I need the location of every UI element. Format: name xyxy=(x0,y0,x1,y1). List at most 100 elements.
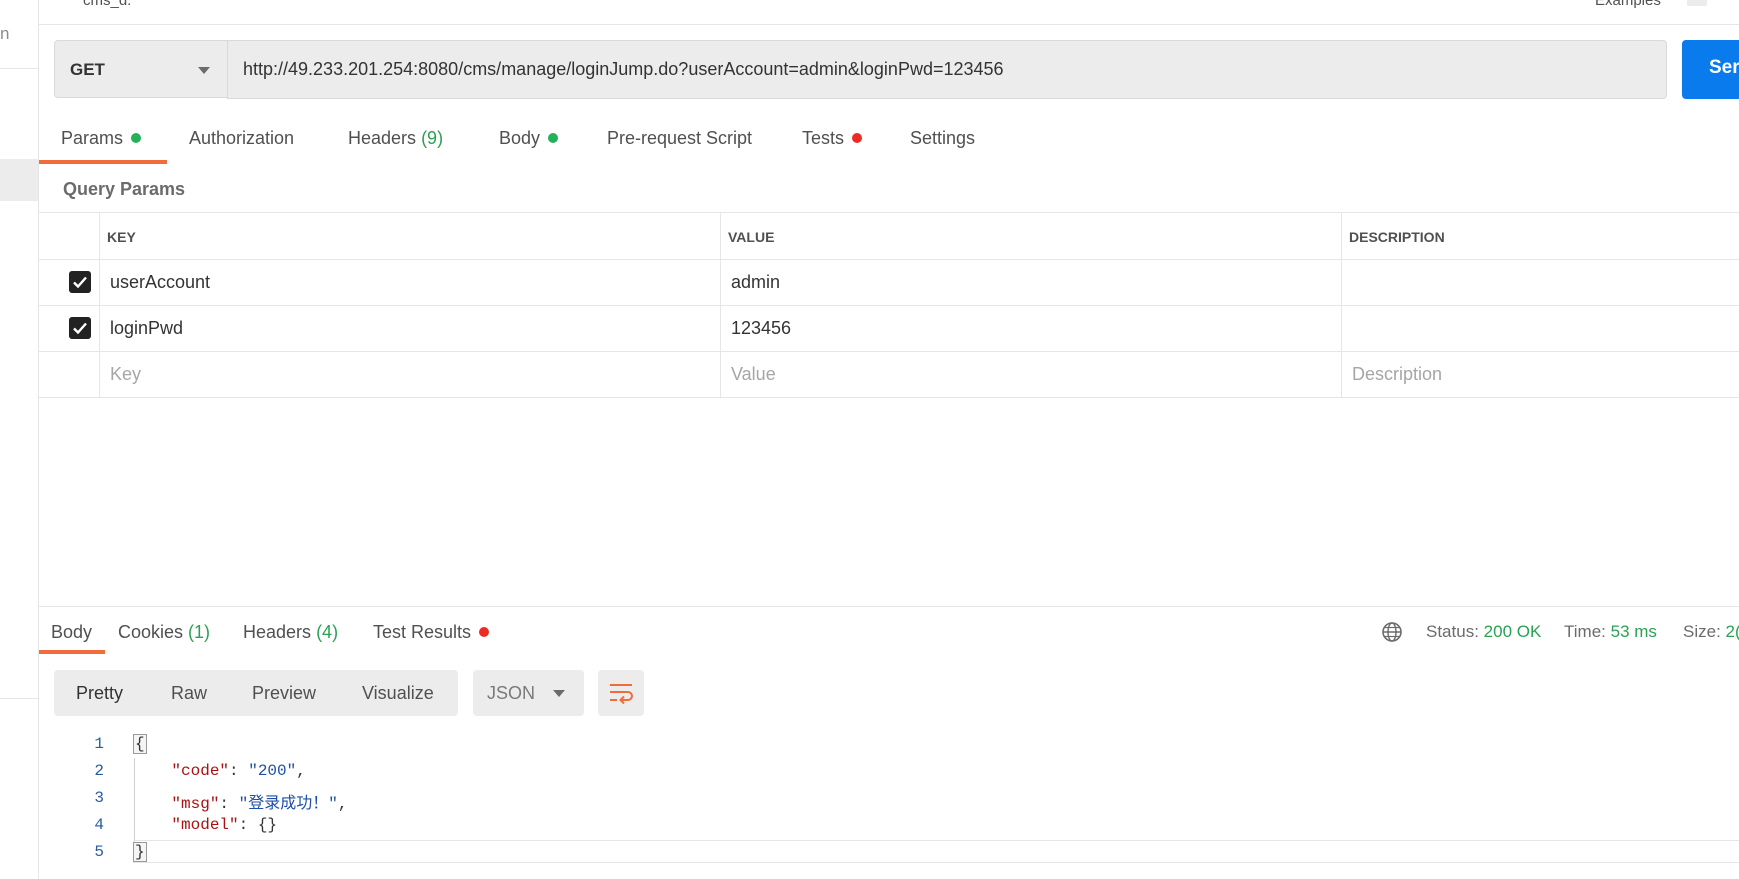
json-value: "200" xyxy=(248,762,297,780)
sidebar-text: n xyxy=(0,24,10,43)
tab-authorization[interactable]: Authorization xyxy=(189,128,294,149)
table-row: loginPwd 123456 xyxy=(39,305,1739,352)
sidebar-divider xyxy=(0,698,38,699)
view-visualize-button[interactable]: Visualize xyxy=(362,683,434,704)
examples-count-badge[interactable] xyxy=(1687,0,1707,6)
code-line[interactable]: } xyxy=(133,842,147,862)
url-input[interactable]: http://49.233.201.254:8080/cms/manage/lo… xyxy=(227,40,1667,99)
tab-tests[interactable]: Tests xyxy=(802,128,863,149)
tab-prerequest-label: Pre-request Script xyxy=(607,128,753,148)
chevron-down-icon xyxy=(198,67,210,74)
table-header-description: DESCRIPTION xyxy=(1341,213,1739,259)
tab-tests-label: Tests xyxy=(802,128,845,148)
view-preview-button[interactable]: Preview xyxy=(252,683,316,704)
time-value[interactable]: 53 ms xyxy=(1611,622,1657,641)
row-checkbox[interactable] xyxy=(69,317,91,339)
send-label: Ser xyxy=(1709,57,1739,78)
param-value-cell[interactable]: 123456 xyxy=(720,305,1341,351)
view-mode-group: Pretty Raw Preview Visualize xyxy=(54,670,458,716)
tab-headers-count: (9) xyxy=(421,128,444,148)
new-description-input[interactable]: Description xyxy=(1341,351,1739,397)
param-value: 123456 xyxy=(731,318,792,338)
current-line-highlight xyxy=(133,840,1739,841)
table-header-value: VALUE xyxy=(720,213,1341,259)
tab-settings-label: Settings xyxy=(910,128,976,148)
status-label: Status: xyxy=(1426,622,1479,641)
check-icon xyxy=(73,276,87,289)
view-raw-button[interactable]: Raw xyxy=(171,683,207,704)
sidebar-selected-item[interactable] xyxy=(0,159,38,201)
value-placeholder: Value xyxy=(731,364,776,384)
response-tab-headers[interactable]: Headers (4) xyxy=(243,622,338,643)
code-line[interactable]: "msg": "登录成功！", xyxy=(133,789,347,813)
format-select[interactable]: JSON xyxy=(473,670,584,716)
tab-params-label: Params xyxy=(61,128,124,148)
param-key-cell[interactable]: userAccount xyxy=(99,259,720,305)
table-header-key: KEY xyxy=(99,213,720,259)
sidebar-divider xyxy=(0,68,38,69)
size-label: Size: xyxy=(1683,622,1721,641)
active-tab-indicator xyxy=(39,160,167,164)
param-key-cell[interactable]: loginPwd xyxy=(99,305,720,351)
send-button[interactable]: Ser xyxy=(1682,40,1739,99)
row-checkbox-cell xyxy=(39,259,99,305)
line-number: 3 xyxy=(94,789,104,807)
code-line[interactable]: "model": {} xyxy=(133,816,277,834)
tab-headers[interactable]: Headers (9) xyxy=(348,128,443,149)
column-value-label: VALUE xyxy=(728,229,775,245)
method-label: GET xyxy=(70,60,105,79)
tab-prerequest-script[interactable]: Pre-request Script xyxy=(607,128,752,149)
response-tab-test-results-label: Test Results xyxy=(373,622,472,642)
response-size: Size: 2( xyxy=(1683,622,1739,642)
view-pretty-button[interactable]: Pretty xyxy=(76,683,123,704)
param-key: userAccount xyxy=(110,272,211,292)
response-active-tab-indicator xyxy=(39,650,105,654)
param-key: loginPwd xyxy=(110,318,184,338)
params-dot-indicator xyxy=(131,133,142,144)
column-description-label: DESCRIPTION xyxy=(1349,229,1445,245)
response-divider[interactable] xyxy=(39,606,1739,607)
response-tab-cookies[interactable]: Cookies (1) xyxy=(118,622,210,643)
tab-body-label: Body xyxy=(499,128,541,148)
line-number: 1 xyxy=(94,735,104,753)
json-key: "msg" xyxy=(171,795,220,813)
param-description-cell[interactable] xyxy=(1341,305,1739,351)
new-value-input[interactable]: Value xyxy=(720,351,1341,397)
editor-bottom-border xyxy=(133,862,1739,863)
code-line[interactable]: "code": "200", xyxy=(133,762,305,780)
time-label: Time: xyxy=(1564,622,1606,641)
param-value: admin xyxy=(731,272,781,292)
status-value[interactable]: 200 OK xyxy=(1484,622,1542,641)
row-checkbox[interactable] xyxy=(69,271,91,293)
param-description-cell[interactable] xyxy=(1341,259,1739,305)
response-tab-test-results[interactable]: Test Results xyxy=(373,622,490,643)
tab-params[interactable]: Params xyxy=(61,128,142,149)
json-value: {} xyxy=(257,816,278,834)
description-placeholder: Description xyxy=(1352,364,1443,384)
body-dot-indicator xyxy=(548,133,559,144)
open-brace: { xyxy=(133,734,147,754)
line-number: 2 xyxy=(94,762,104,780)
size-value[interactable]: 2( xyxy=(1726,622,1739,641)
test-results-dot-indicator xyxy=(479,627,490,638)
table-header-row: KEY VALUE DESCRIPTION xyxy=(39,213,1739,260)
param-value-cell[interactable]: admin xyxy=(720,259,1341,305)
code-line[interactable]: { xyxy=(133,734,147,754)
format-label: JSON xyxy=(487,683,536,703)
sidebar: n xyxy=(0,0,39,879)
examples-link[interactable]: Examples xyxy=(1595,0,1661,9)
json-key: "model" xyxy=(171,816,239,834)
url-text: http://49.233.201.254:8080/cms/manage/lo… xyxy=(243,59,1004,79)
wrap-lines-button[interactable] xyxy=(598,670,644,716)
request-name[interactable]: cms_d. xyxy=(83,0,131,9)
json-key: "code" xyxy=(171,762,230,780)
tab-body[interactable]: Body xyxy=(499,128,559,149)
response-tab-body[interactable]: Body xyxy=(51,622,92,643)
row-checkbox-cell xyxy=(39,351,99,397)
response-tab-headers-label: Headers xyxy=(243,622,312,642)
globe-icon[interactable] xyxy=(1381,621,1403,648)
method-select[interactable]: GET xyxy=(54,40,228,98)
row-checkbox-cell xyxy=(39,305,99,351)
new-key-input[interactable]: Key xyxy=(99,351,720,397)
tab-settings[interactable]: Settings xyxy=(910,128,975,149)
